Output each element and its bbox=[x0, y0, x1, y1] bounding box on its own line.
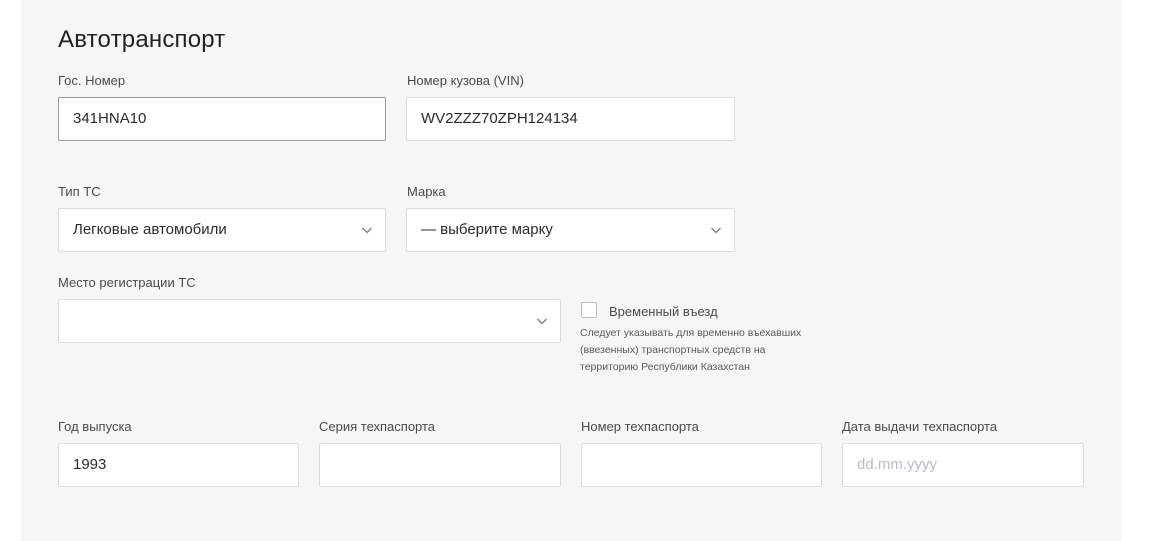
temporary-entry-label[interactable]: Временный въезд bbox=[609, 304, 718, 320]
registration-place-select[interactable] bbox=[58, 299, 561, 343]
brand-value: — выберите марку bbox=[421, 221, 553, 238]
passport-number-label: Номер техпаспорта bbox=[581, 419, 699, 434]
passport-date-placeholder: dd.mm.yyyy bbox=[857, 456, 938, 473]
passport-series-input[interactable] bbox=[319, 443, 561, 487]
passport-date-input[interactable]: dd.mm.yyyy bbox=[842, 443, 1084, 487]
vin-label: Номер кузова (VIN) bbox=[407, 73, 524, 88]
section-title: Автотранспорт bbox=[58, 26, 226, 53]
vin-input[interactable]: WV2ZZZ70ZPH124134 bbox=[406, 97, 735, 141]
registration-place-label: Место регистрации ТС bbox=[58, 275, 196, 290]
year-input[interactable]: 1993 bbox=[58, 443, 299, 487]
temporary-entry-hint: Следует указывать для временно въехавших… bbox=[580, 327, 802, 373]
brand-label: Марка bbox=[407, 184, 446, 199]
chevron-down-icon bbox=[711, 227, 721, 234]
plate-input[interactable]: 341HNA10 bbox=[58, 97, 386, 141]
vehicle-type-value: Легковые автомобили bbox=[73, 221, 227, 238]
temporary-entry-checkbox[interactable] bbox=[581, 302, 597, 318]
chevron-down-icon bbox=[537, 318, 547, 325]
vehicle-form-panel: Автотранспорт Гос. Номер 341HNA10 Номер … bbox=[21, 0, 1121, 541]
year-label: Год выпуска bbox=[58, 419, 132, 434]
passport-date-label: Дата выдачи техпаспорта bbox=[842, 419, 998, 434]
chevron-down-icon bbox=[362, 227, 372, 234]
plate-label: Гос. Номер bbox=[58, 73, 126, 88]
passport-series-label: Серия техпаспорта bbox=[319, 419, 436, 434]
brand-select[interactable]: — выберите марку bbox=[406, 208, 735, 252]
vehicle-type-select[interactable]: Легковые автомобили bbox=[58, 208, 386, 252]
passport-number-input[interactable] bbox=[581, 443, 822, 487]
vehicle-type-label: Тип ТС bbox=[58, 184, 101, 199]
